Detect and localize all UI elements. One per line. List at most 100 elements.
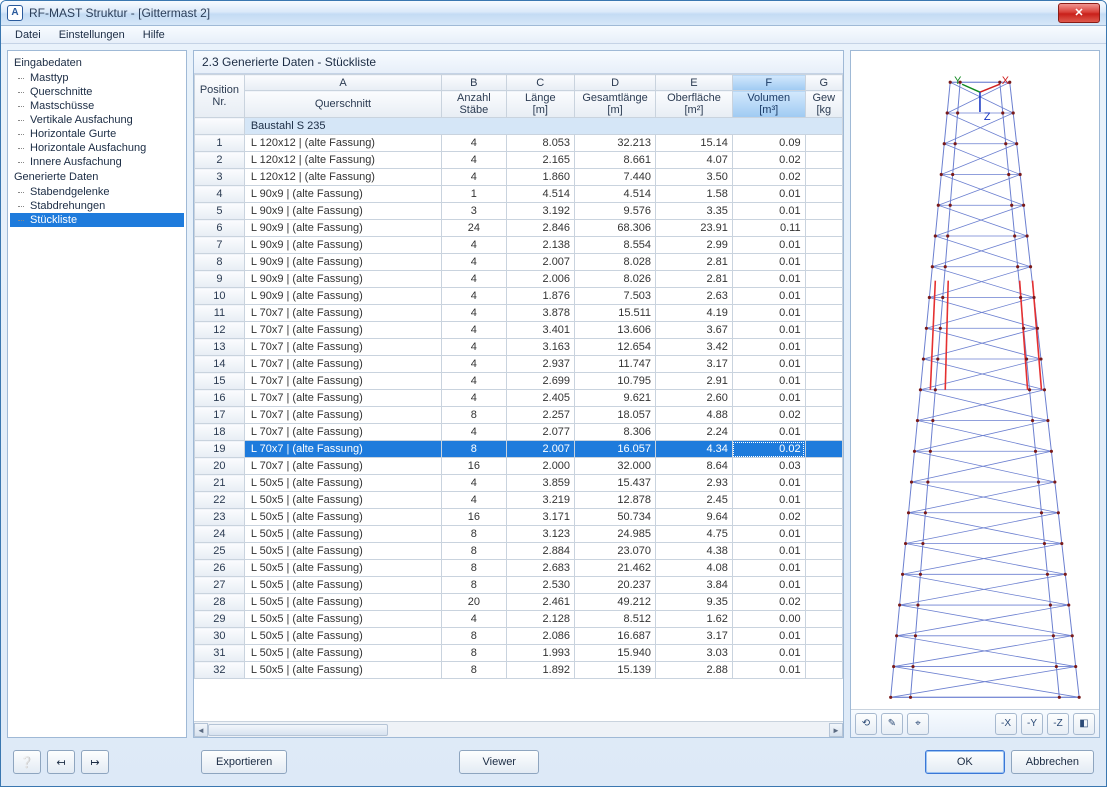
col-letter[interactable]: B	[442, 75, 506, 91]
table-row[interactable]: 6L 90x9 | (alte Fassung)242.84668.30623.…	[195, 220, 843, 237]
table-row[interactable]: 23L 50x5 | (alte Fassung)163.17150.7349.…	[195, 509, 843, 526]
preview-btn-3[interactable]: ⌖	[907, 713, 929, 735]
table-row[interactable]: 20L 70x7 | (alte Fassung)162.00032.0008.…	[195, 458, 843, 475]
titlebar: A RF-MAST Struktur - [Gittermast 2] ✕	[1, 1, 1106, 26]
col-header[interactable]: Anzahl Stäbe	[442, 91, 506, 118]
svg-text:Z: Z	[984, 111, 991, 123]
table-row[interactable]: 26L 50x5 | (alte Fassung)82.68321.4624.0…	[195, 560, 843, 577]
tree-item[interactable]: Horizontale Ausfachung	[10, 141, 184, 155]
horizontal-scrollbar[interactable]: ◄ ►	[194, 721, 843, 737]
help-button[interactable]: ❔	[13, 750, 41, 774]
table-row[interactable]: 15L 70x7 | (alte Fassung)42.69910.7952.9…	[195, 373, 843, 390]
menu-hilfe[interactable]: Hilfe	[135, 27, 173, 43]
table-row[interactable]: 14L 70x7 | (alte Fassung)42.93711.7473.1…	[195, 356, 843, 373]
preview-view-x[interactable]: -X	[995, 713, 1017, 735]
table-row[interactable]: 16L 70x7 | (alte Fassung)42.4059.6212.60…	[195, 390, 843, 407]
panel-title: 2.3 Generierte Daten - Stückliste	[194, 51, 843, 74]
col-letter[interactable]: A	[244, 75, 441, 91]
cancel-button[interactable]: Abbrechen	[1011, 750, 1094, 774]
menubar: Datei Einstellungen Hilfe	[1, 26, 1106, 44]
table-row[interactable]: 21L 50x5 | (alte Fassung)43.85915.4372.9…	[195, 475, 843, 492]
col-letter[interactable]: D	[575, 75, 656, 91]
app-icon: A	[7, 5, 23, 21]
col-pos[interactable]: Position Nr.	[195, 75, 245, 118]
table-row[interactable]: 5L 90x9 | (alte Fassung)33.1929.5763.350…	[195, 203, 843, 220]
table-row[interactable]: 9L 90x9 | (alte Fassung)42.0068.0262.810…	[195, 271, 843, 288]
tree-item[interactable]: Innere Ausfachung	[10, 155, 184, 169]
prev-button[interactable]: ↤	[47, 750, 75, 774]
viewer-button[interactable]: Viewer	[459, 750, 539, 774]
ok-button[interactable]: OK	[925, 750, 1005, 774]
table-row[interactable]: 10L 90x9 | (alte Fassung)41.8767.5032.63…	[195, 288, 843, 305]
table-row[interactable]: 28L 50x5 | (alte Fassung)202.46149.2129.…	[195, 594, 843, 611]
preview-btn-1[interactable]: ⟲	[855, 713, 877, 735]
table-row[interactable]: 22L 50x5 | (alte Fassung)43.21912.8782.4…	[195, 492, 843, 509]
table-row[interactable]: 18L 70x7 | (alte Fassung)42.0778.3062.24…	[195, 424, 843, 441]
scroll-left-arrow[interactable]: ◄	[194, 723, 208, 737]
tree-item[interactable]: Horizontale Gurte	[10, 127, 184, 141]
svg-text:X: X	[1002, 76, 1010, 88]
table-row[interactable]: 12L 70x7 | (alte Fassung)43.40113.6063.6…	[195, 322, 843, 339]
table-row[interactable]: 13L 70x7 | (alte Fassung)43.16312.6543.4…	[195, 339, 843, 356]
upper-area: EingabedatenMasttypQuerschnitteMastschüs…	[7, 50, 1100, 738]
col-header[interactable]: Volumen [m³]	[732, 91, 805, 118]
nav-tree[interactable]: EingabedatenMasttypQuerschnitteMastschüs…	[7, 50, 187, 738]
tree-item[interactable]: Mastschüsse	[10, 99, 184, 113]
parts-list-table[interactable]: Position Nr.ABCDEFG QuerschnittAnzahl Stä…	[194, 74, 843, 679]
tree-item[interactable]: Stabdrehungen	[10, 199, 184, 213]
preview-view-y[interactable]: -Y	[1021, 713, 1043, 735]
menu-einstellungen[interactable]: Einstellungen	[51, 27, 133, 43]
table-row[interactable]: 24L 50x5 | (alte Fassung)83.12324.9854.7…	[195, 526, 843, 543]
tree-group[interactable]: Generierte Daten	[10, 169, 184, 185]
col-header[interactable]: Gesamtlänge [m]	[575, 91, 656, 118]
table-row[interactable]: 19L 70x7 | (alte Fassung)82.00716.0574.3…	[195, 441, 843, 458]
section-row[interactable]: Baustahl S 235	[195, 118, 843, 135]
preview-btn-2[interactable]: ✎	[881, 713, 903, 735]
tree-item[interactable]: Masttyp	[10, 71, 184, 85]
tree-item[interactable]: Vertikale Ausfachung	[10, 113, 184, 127]
table-row[interactable]: 17L 70x7 | (alte Fassung)82.25718.0574.8…	[195, 407, 843, 424]
window-title: RF-MAST Struktur - [Gittermast 2]	[29, 6, 1058, 20]
preview-toolbar: ⟲ ✎ ⌖ -X -Y -Z ◧	[851, 709, 1099, 737]
tree-item[interactable]: Stückliste	[10, 213, 184, 227]
table-row[interactable]: 27L 50x5 | (alte Fassung)82.53020.2373.8…	[195, 577, 843, 594]
menu-datei[interactable]: Datei	[7, 27, 49, 43]
table-row[interactable]: 30L 50x5 | (alte Fassung)82.08616.6873.1…	[195, 628, 843, 645]
tree-item[interactable]: Querschnitte	[10, 85, 184, 99]
table-row[interactable]: 4L 90x9 | (alte Fassung)14.5144.5141.580…	[195, 186, 843, 203]
col-header[interactable]: Querschnitt	[244, 91, 441, 118]
col-letter[interactable]: C	[506, 75, 575, 91]
table-row[interactable]: 8L 90x9 | (alte Fassung)42.0078.0282.810…	[195, 254, 843, 271]
tree-group[interactable]: Eingabedaten	[10, 55, 184, 71]
col-letter[interactable]: G	[805, 75, 842, 91]
preview-view-iso[interactable]: ◧	[1073, 713, 1095, 735]
col-header[interactable]: Gew [kg	[805, 91, 842, 118]
preview-canvas[interactable]: X Y Z	[851, 51, 1099, 709]
table-row[interactable]: 31L 50x5 | (alte Fassung)81.99315.9403.0…	[195, 645, 843, 662]
col-header[interactable]: Oberfläche [m²]	[656, 91, 733, 118]
client-area: EingabedatenMasttypQuerschnitteMastschüs…	[1, 44, 1106, 786]
tree-item[interactable]: Stabendgelenke	[10, 185, 184, 199]
col-letter[interactable]: F	[732, 75, 805, 91]
grid-scroll[interactable]: Position Nr.ABCDEFG QuerschnittAnzahl Stä…	[194, 74, 843, 721]
footer-bar: ❔ ↤ ↦ Exportieren Viewer OK Abbrechen	[7, 744, 1100, 780]
col-letter[interactable]: E	[656, 75, 733, 91]
table-row[interactable]: 3L 120x12 | (alte Fassung)41.8607.4403.5…	[195, 169, 843, 186]
export-button[interactable]: Exportieren	[201, 750, 287, 774]
svg-text:Y: Y	[954, 76, 962, 88]
table-row[interactable]: 11L 70x7 | (alte Fassung)43.87815.5114.1…	[195, 305, 843, 322]
scroll-right-arrow[interactable]: ►	[829, 723, 843, 737]
table-row[interactable]: 32L 50x5 | (alte Fassung)81.89215.1392.8…	[195, 662, 843, 679]
tower-svg: X Y Z	[851, 51, 1099, 709]
table-row[interactable]: 29L 50x5 | (alte Fassung)42.1288.5121.62…	[195, 611, 843, 628]
next-button[interactable]: ↦	[81, 750, 109, 774]
table-row[interactable]: 7L 90x9 | (alte Fassung)42.1388.5542.990…	[195, 237, 843, 254]
table-row[interactable]: 2L 120x12 | (alte Fassung)42.1658.6614.0…	[195, 152, 843, 169]
table-row[interactable]: 25L 50x5 | (alte Fassung)82.88423.0704.3…	[195, 543, 843, 560]
main-window: A RF-MAST Struktur - [Gittermast 2] ✕ Da…	[0, 0, 1107, 787]
scroll-thumb[interactable]	[208, 724, 388, 736]
col-header[interactable]: Länge [m]	[506, 91, 575, 118]
close-button[interactable]: ✕	[1058, 3, 1100, 23]
preview-view-z[interactable]: -Z	[1047, 713, 1069, 735]
table-row[interactable]: 1L 120x12 | (alte Fassung)48.05332.21315…	[195, 135, 843, 152]
